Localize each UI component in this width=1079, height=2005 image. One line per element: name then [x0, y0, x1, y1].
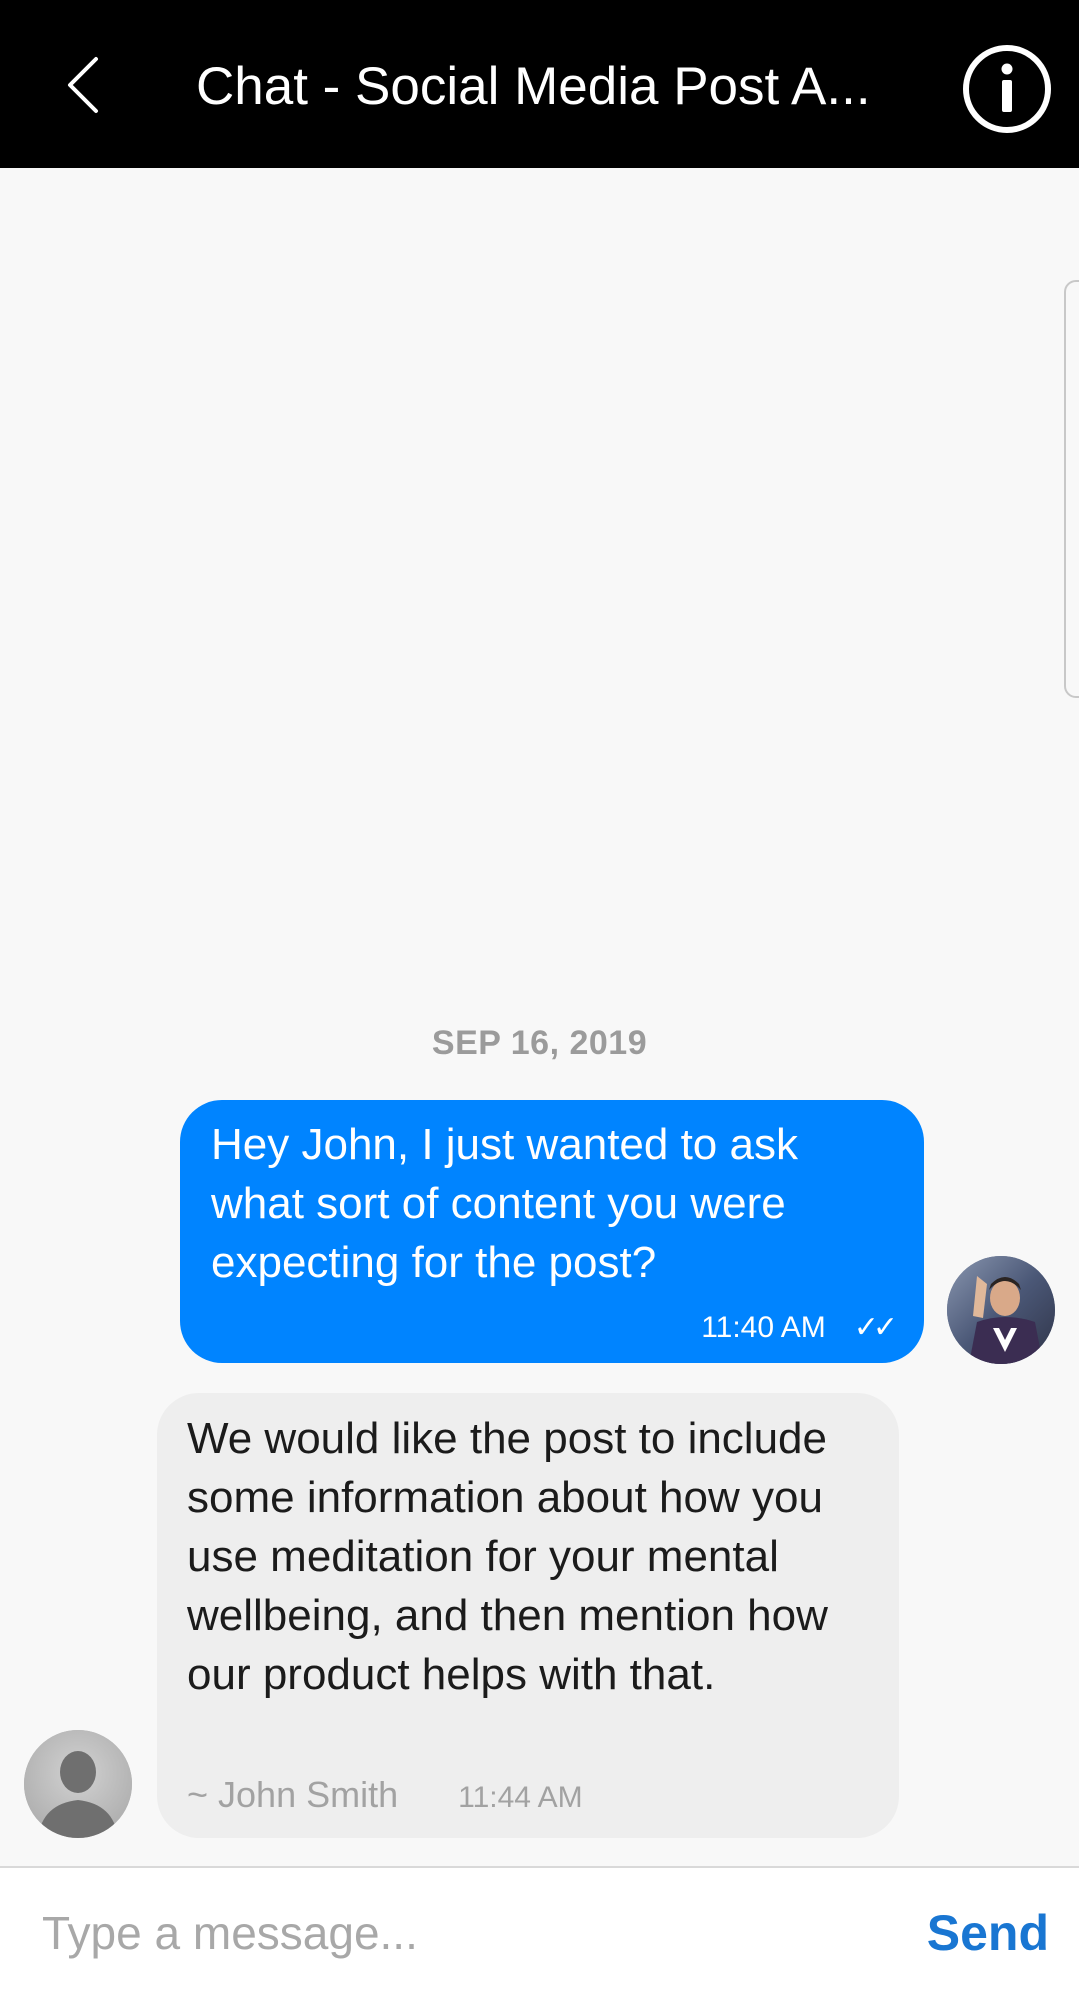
double-check-icon: ✓✓: [853, 1311, 898, 1344]
info-circle-icon: [963, 45, 1051, 133]
chat-title: Chat - Social Media Post A...: [196, 57, 871, 116]
person-placeholder-icon: [24, 1730, 132, 1838]
incoming-message-bubble[interactable]: We would like the post to include some i…: [157, 1393, 899, 1838]
avatar[interactable]: [24, 1730, 132, 1838]
user-photo: [947, 1256, 1055, 1364]
message-timestamp: 11:40 AM: [701, 1310, 826, 1344]
message-input[interactable]: [40, 1892, 904, 1974]
scroll-handle[interactable]: [1064, 280, 1079, 698]
info-button[interactable]: [960, 42, 1054, 136]
outgoing-message-bubble[interactable]: Hey John, I just wanted to ask what sort…: [180, 1100, 924, 1363]
message-composer: Send: [0, 1866, 1079, 2005]
message-text: We would like the post to include some i…: [187, 1414, 828, 1699]
back-button[interactable]: [50, 45, 122, 125]
date-divider: SEP 16, 2019: [431, 1024, 648, 1062]
message-text: Hey John, I just wanted to ask what sort…: [211, 1120, 798, 1287]
avatar[interactable]: [947, 1256, 1055, 1364]
sender-name: ~ John Smith: [187, 1774, 399, 1815]
chevron-left-icon: [68, 57, 98, 113]
message-meta: ~ John Smith 11:44 AM: [187, 1774, 583, 1816]
send-button[interactable]: Send: [927, 1904, 1049, 1962]
app-header: Chat - Social Media Post A...: [0, 0, 1079, 168]
message-timestamp: 11:44 AM: [458, 1781, 583, 1814]
message-meta: 11:40 AM ✓✓: [701, 1310, 898, 1345]
